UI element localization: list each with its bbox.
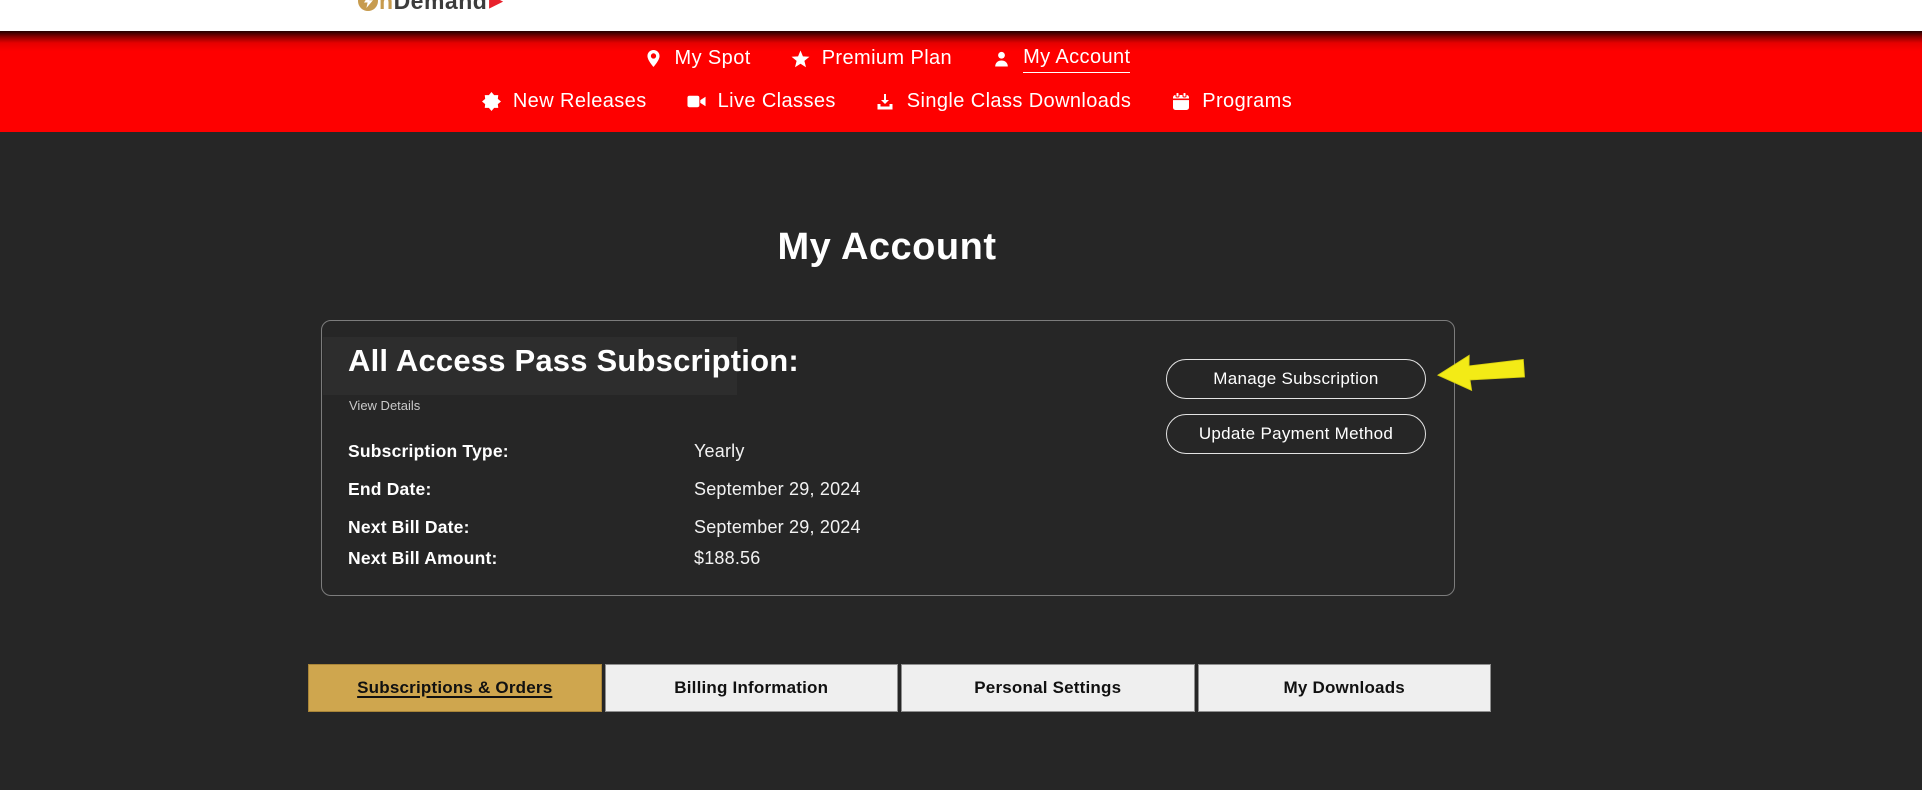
detail-value: Yearly	[694, 441, 745, 462]
detail-value: September 29, 2024	[694, 479, 861, 500]
detail-label: End Date:	[348, 479, 431, 500]
tab-my-downloads[interactable]: My Downloads	[1198, 664, 1492, 712]
lightning-bolt-icon	[358, 0, 378, 11]
person-icon	[992, 49, 1011, 68]
tab-billing-information[interactable]: Billing Information	[605, 664, 899, 712]
nav-row-secondary: New Releases Live Classes Single Class D…	[482, 88, 1292, 115]
star-icon	[791, 49, 810, 68]
page-title: My Account	[0, 226, 1848, 269]
tab-label: My Downloads	[1284, 678, 1405, 698]
nav-item-my-spot[interactable]: My Spot	[644, 45, 751, 72]
nav-label: Single Class Downloads	[907, 88, 1131, 115]
tab-label: Personal Settings	[974, 678, 1121, 698]
subscription-title: All Access Pass Subscription:	[348, 343, 799, 379]
tab-label: Billing Information	[674, 678, 828, 698]
nav-label: My Account	[1023, 44, 1130, 73]
nav-item-premium-plan[interactable]: Premium Plan	[791, 45, 952, 72]
nav-item-live-classes[interactable]: Live Classes	[687, 88, 836, 115]
video-camera-icon	[687, 92, 706, 111]
nav-item-my-account[interactable]: My Account	[992, 44, 1130, 73]
download-icon	[876, 92, 895, 111]
nav-label: My Spot	[675, 45, 751, 72]
main-navbar: My Spot Premium Plan My Account New Rele…	[0, 31, 1922, 132]
nav-row-primary: My Spot Premium Plan My Account	[644, 44, 1131, 73]
top-white-bar: n Demand ▶	[0, 0, 1922, 31]
brand-logo[interactable]: n Demand ▶	[358, 0, 503, 14]
calendar-icon	[1171, 92, 1190, 111]
detail-row-next-bill-date: Next Bill Date: September 29, 2024	[348, 517, 1048, 541]
nav-label: New Releases	[513, 88, 647, 115]
nav-item-new-releases[interactable]: New Releases	[482, 88, 647, 115]
nav-label: Live Classes	[718, 88, 836, 115]
main-content: My Account All Access Pass Subscription:…	[0, 132, 1922, 790]
nav-item-single-class-downloads[interactable]: Single Class Downloads	[876, 88, 1131, 115]
detail-label: Next Bill Amount:	[348, 548, 498, 569]
detail-value: $188.56	[694, 548, 760, 569]
update-payment-method-button[interactable]: Update Payment Method	[1166, 414, 1426, 454]
new-burst-icon	[482, 92, 501, 111]
detail-value: September 29, 2024	[694, 517, 861, 538]
logo-play-icon: ▶	[489, 0, 503, 11]
view-details-link[interactable]: View Details	[349, 398, 420, 413]
manage-subscription-button[interactable]: Manage Subscription	[1166, 359, 1426, 399]
logo-text-name: Demand	[394, 0, 488, 15]
account-tabs: Subscriptions & Orders Billing Informati…	[308, 664, 1491, 712]
detail-label: Subscription Type:	[348, 441, 509, 462]
tab-personal-settings[interactable]: Personal Settings	[901, 664, 1195, 712]
logo-text-prefix: n	[379, 0, 394, 15]
nav-label: Premium Plan	[822, 45, 952, 72]
detail-row-next-bill-amount: Next Bill Amount: $188.56	[348, 548, 1048, 572]
nav-item-programs[interactable]: Programs	[1171, 88, 1292, 115]
detail-label: Next Bill Date:	[348, 517, 470, 538]
nav-label: Programs	[1202, 88, 1292, 115]
tab-subscriptions-orders[interactable]: Subscriptions & Orders	[308, 664, 602, 712]
detail-row-end-date: End Date: September 29, 2024	[348, 479, 1048, 503]
subscription-panel: All Access Pass Subscription: View Detai…	[321, 320, 1455, 596]
tab-label: Subscriptions & Orders	[357, 678, 552, 698]
location-pin-icon	[644, 49, 663, 68]
detail-row-subscription-type: Subscription Type: Yearly	[348, 441, 1048, 465]
